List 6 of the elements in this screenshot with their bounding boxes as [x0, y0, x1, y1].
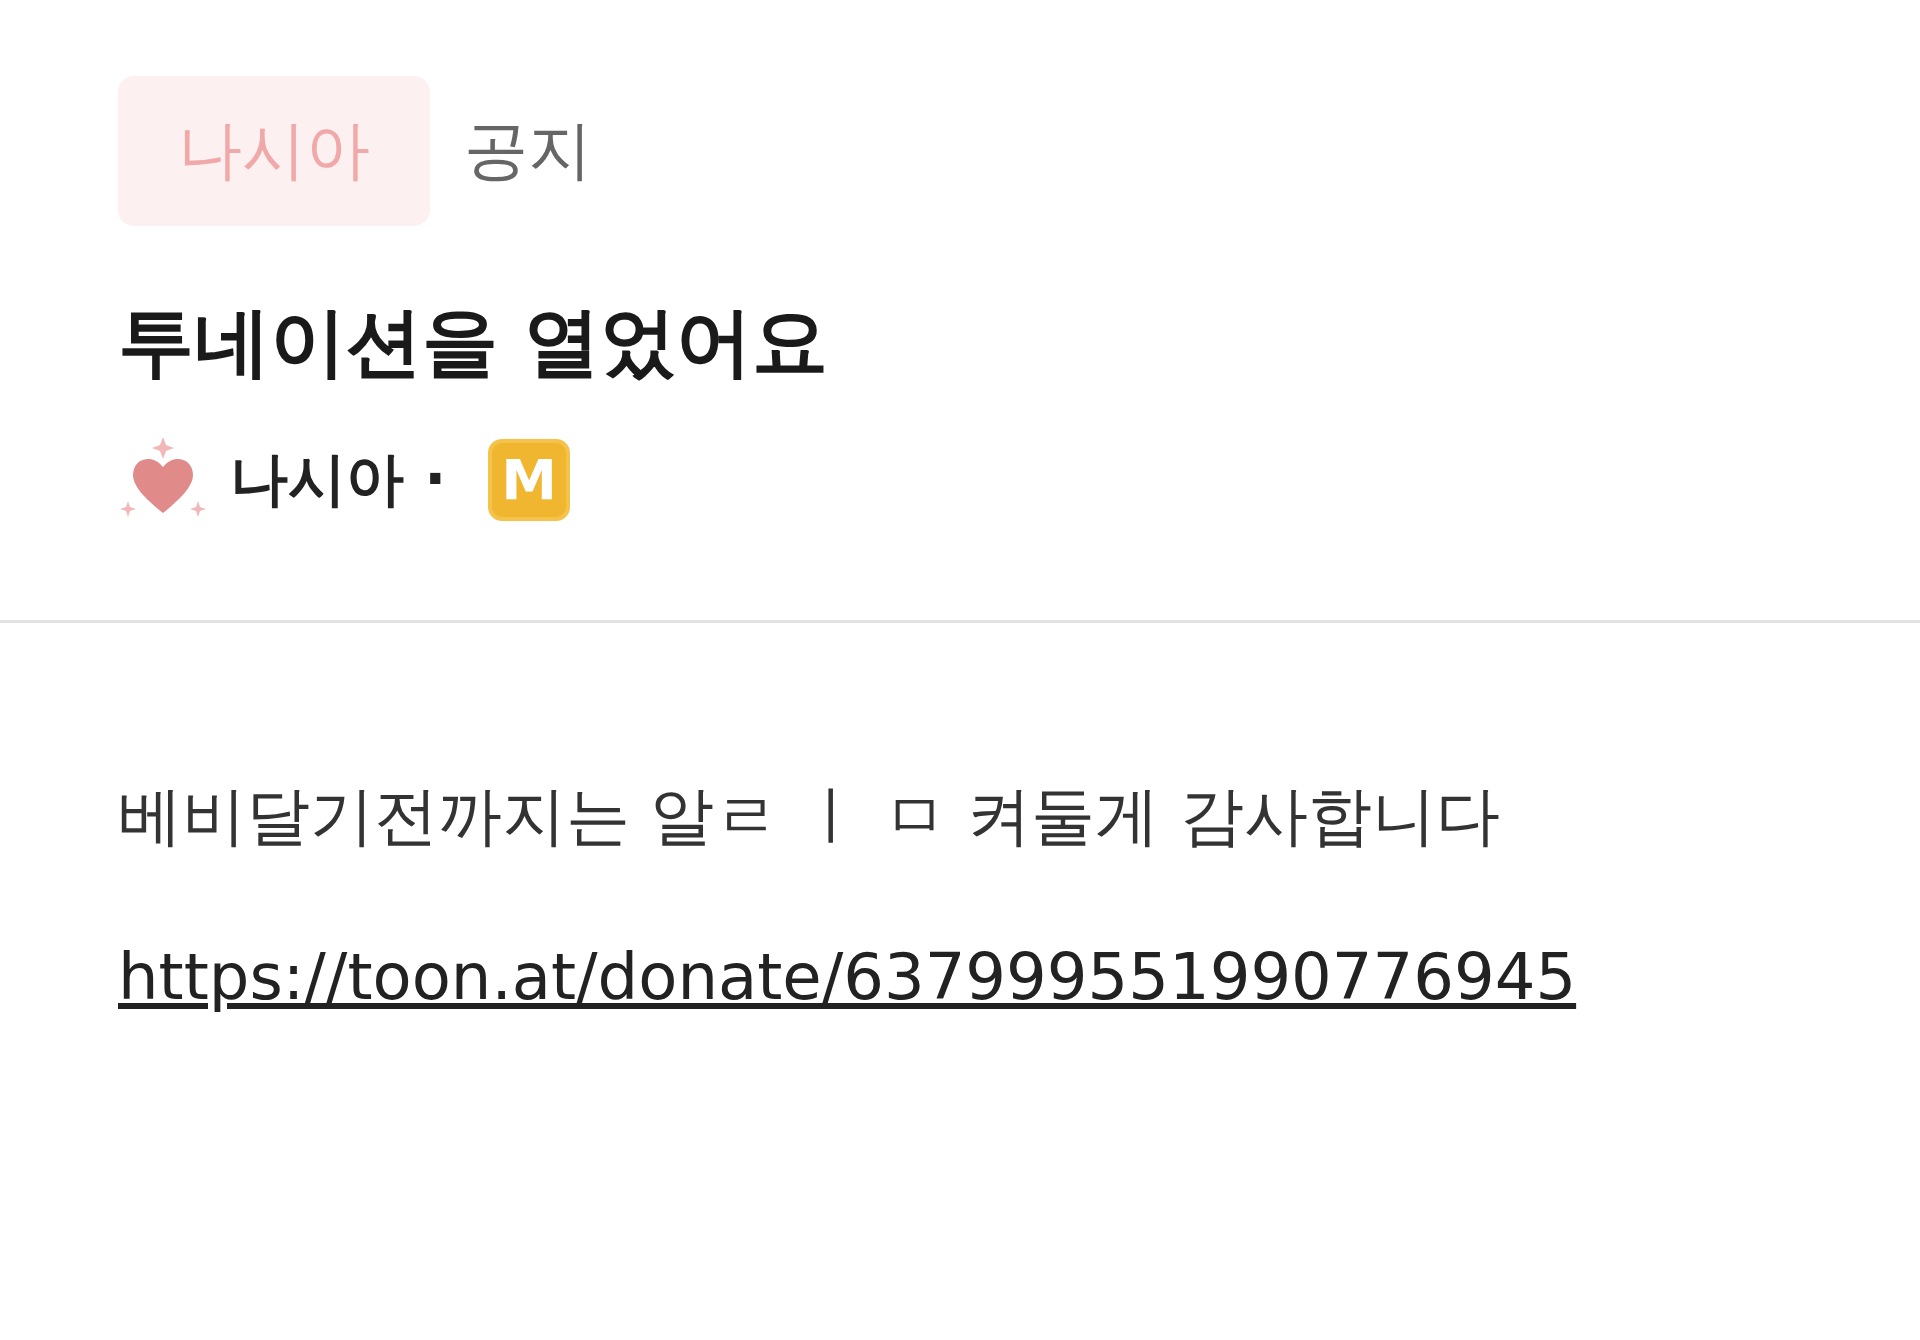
donate-link[interactable]: https://toon.at/donate/637999551990776945	[118, 939, 1577, 1014]
post-title: 투네이션을 열었어요	[118, 295, 830, 387]
category-tab[interactable]: 공지	[454, 76, 602, 226]
author-name: 나시아 ·	[230, 443, 447, 515]
member-badge: M	[488, 438, 571, 521]
post-text: 베비달기전까지는 알ㄹ ㅣ ㅁ 켜둘게 감사합니다	[118, 777, 1501, 855]
